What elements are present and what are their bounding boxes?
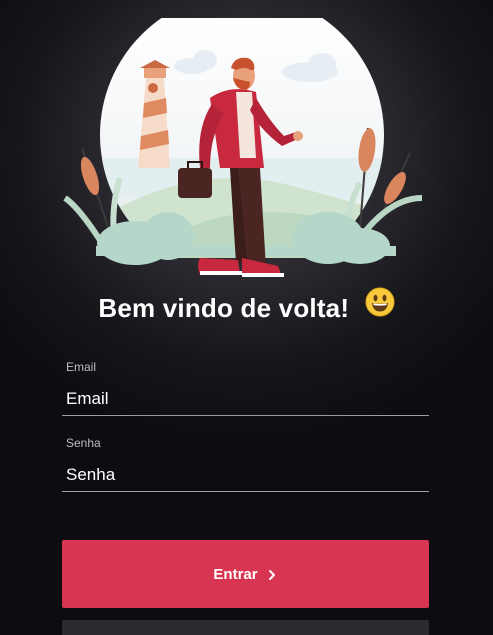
email-label: Email: [66, 360, 97, 374]
welcome-heading: Bem vindo de volta!: [0, 287, 493, 328]
password-label: Senha: [66, 436, 101, 450]
email-field-group: Email: [62, 360, 429, 416]
secondary-button[interactable]: [62, 620, 429, 635]
login-button-label: Entrar: [213, 565, 258, 583]
smiley-emoji-icon: [365, 287, 395, 328]
login-button[interactable]: Entrar: [62, 540, 429, 608]
hero-illustration: [60, 18, 432, 283]
chevron-right-icon: [266, 568, 278, 580]
password-field-group: Senha: [62, 436, 429, 492]
welcome-title: Bem vindo de volta!: [98, 293, 350, 323]
password-input[interactable]: [62, 450, 429, 492]
email-input[interactable]: [62, 374, 429, 416]
